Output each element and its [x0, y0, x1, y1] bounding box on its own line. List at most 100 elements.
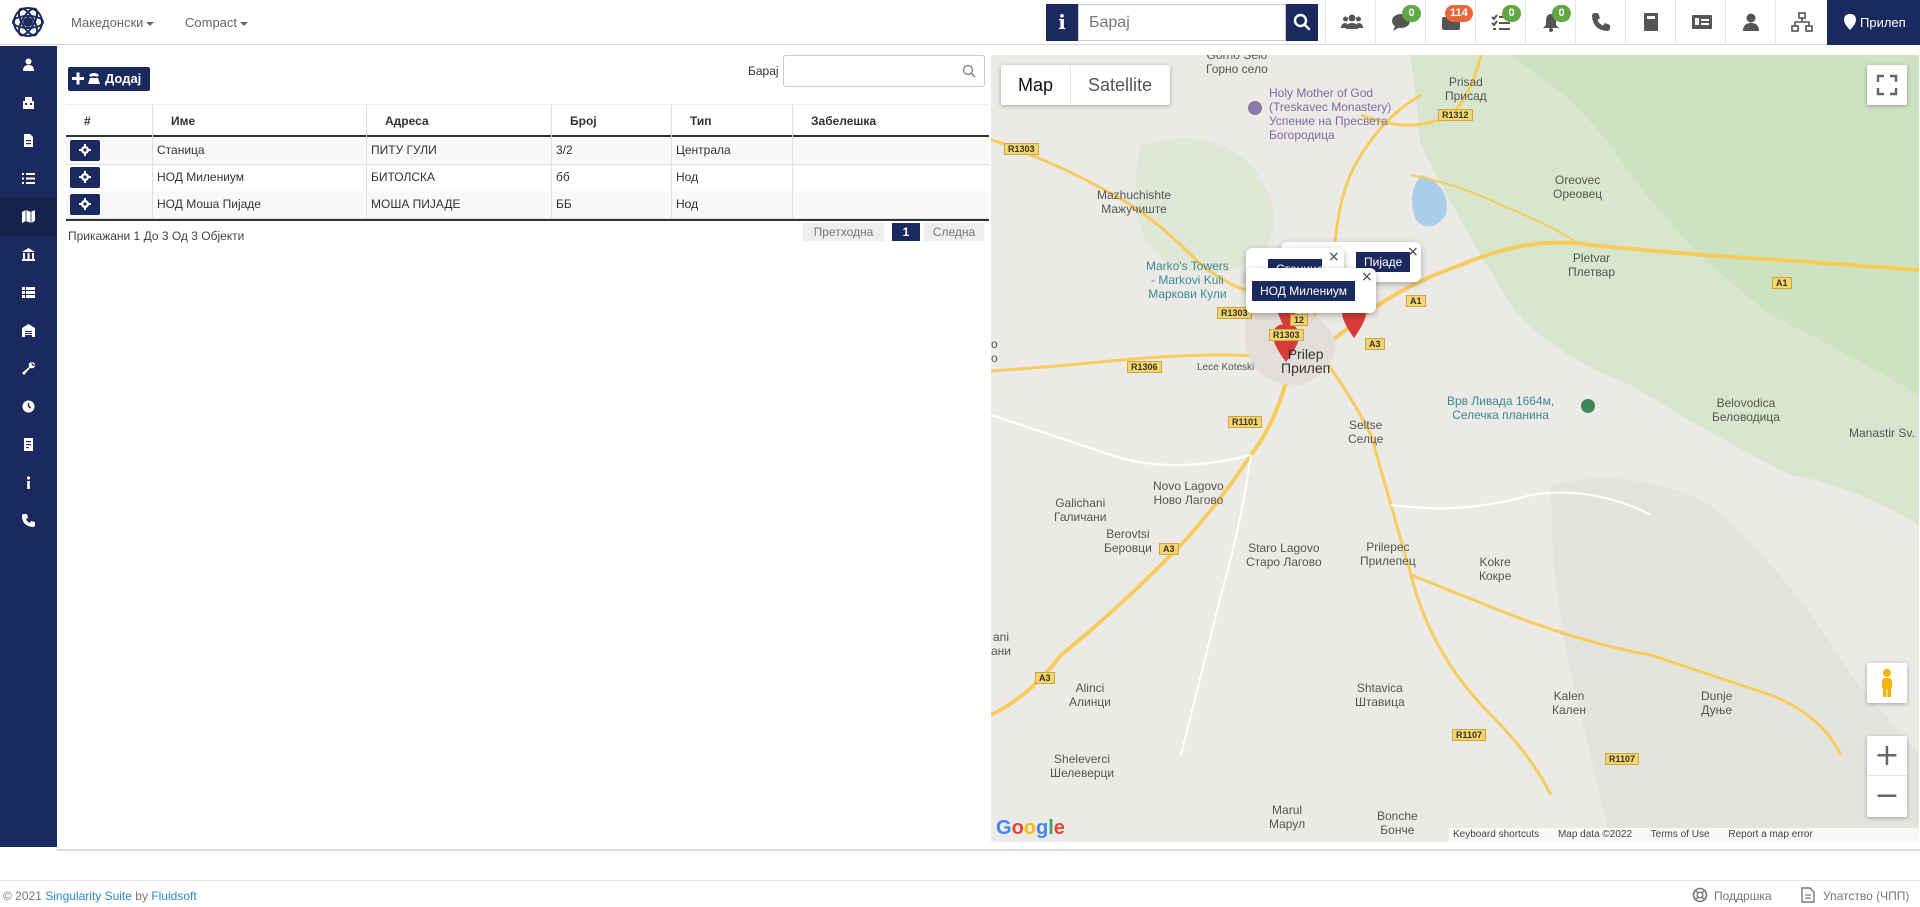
table-row: НОД Милениум БИТОЛСКА бб Нод — [66, 164, 989, 192]
map-type-map-button[interactable]: Map — [1001, 65, 1070, 105]
support-label: Поддршка — [1714, 889, 1772, 903]
view-mode-dropdown[interactable]: Compact — [185, 15, 249, 30]
wrench-icon — [22, 362, 35, 375]
road-shield: R1306 — [1127, 361, 1162, 373]
search-button[interactable] — [1286, 4, 1318, 41]
search-icon — [962, 64, 976, 78]
network-button[interactable] — [1775, 0, 1827, 45]
road-shield: A3 — [1035, 672, 1055, 684]
map-label: Berovtsi Беровци — [1104, 527, 1152, 555]
phone-icon — [22, 514, 35, 527]
filter-label: Барај — [748, 64, 779, 78]
sidebar-item-list[interactable] — [0, 274, 57, 312]
zoom-control: + − — [1867, 736, 1907, 817]
sidebar-item-reports[interactable] — [0, 426, 57, 464]
gear-icon — [79, 198, 91, 210]
column-header-type[interactable]: Тип — [671, 105, 792, 138]
sidebar-item-documents[interactable] — [0, 122, 57, 160]
close-icon[interactable]: × — [1361, 269, 1373, 285]
road-shield: 12 — [1290, 314, 1309, 326]
notifications-button[interactable]: 0 — [1525, 0, 1575, 45]
pagination-next[interactable]: Следна — [924, 223, 984, 241]
manual-link[interactable]: Упатство (ЧПП) — [1801, 887, 1909, 903]
cell-note — [792, 191, 989, 218]
sidebar — [0, 46, 57, 847]
map-type-satellite-button[interactable]: Satellite — [1070, 65, 1170, 105]
global-search-input[interactable] — [1078, 4, 1286, 41]
map-view[interactable]: Gorno Selo Горно село Holy Mother of God(… — [991, 55, 1919, 842]
cell-name: НОД Моша Пијаде — [152, 191, 366, 218]
sidebar-item-bank[interactable] — [0, 236, 57, 274]
zoom-in-button[interactable]: + — [1867, 736, 1907, 776]
close-icon[interactable]: × — [1328, 249, 1340, 265]
user-icon — [1743, 13, 1759, 31]
road-shield: A3 — [1365, 338, 1385, 350]
phone-button[interactable] — [1575, 0, 1625, 45]
billing-button[interactable] — [1675, 0, 1725, 45]
sidebar-item-history[interactable] — [0, 388, 57, 426]
cell-address: БИТОЛСКА — [366, 164, 551, 191]
cell-name: Станица — [152, 137, 366, 164]
sidebar-item-map[interactable] — [0, 198, 57, 236]
zoom-out-button[interactable]: − — [1867, 776, 1907, 816]
row-settings-button[interactable] — [70, 167, 100, 188]
terms-link[interactable]: Terms of Use — [1651, 829, 1710, 840]
row-settings-button[interactable] — [70, 140, 100, 161]
column-header-address[interactable]: Адреса — [366, 105, 551, 138]
road-shield: R1312 — [1438, 109, 1473, 121]
report-error-link[interactable]: Report a map error — [1728, 829, 1812, 840]
row-settings-button[interactable] — [70, 194, 100, 215]
inbox-button[interactable]: 114 — [1425, 0, 1475, 45]
tasks-button[interactable]: 0 — [1475, 0, 1525, 45]
language-dropdown[interactable]: Македонски — [71, 15, 155, 30]
sidebar-item-calls[interactable] — [0, 502, 57, 540]
map-label: Prilepec Прилепец — [1360, 540, 1416, 568]
invoice-icon — [1692, 15, 1712, 29]
sidebar-item-building[interactable] — [0, 84, 57, 122]
inbox-badge: 114 — [1445, 5, 1473, 22]
map-label: Holy Mother of God (Treskavec Monastery) У… — [1269, 86, 1392, 142]
column-header-number[interactable]: Број — [551, 105, 671, 138]
branch-selector[interactable]: Прилеп — [1827, 0, 1920, 45]
top-navbar: Македонски Compact i 0 114 — [0, 0, 1920, 45]
pagination-page-1[interactable]: 1 — [892, 223, 920, 241]
filter-input[interactable] — [783, 55, 985, 87]
road-shield: R1107 — [1452, 729, 1487, 741]
product-link[interactable]: Singularity Suite — [45, 889, 132, 903]
fullscreen-button[interactable] — [1867, 65, 1907, 105]
messages-badge: 0 — [1402, 5, 1421, 22]
street-view-button[interactable] — [1867, 663, 1907, 703]
copyright-year: © 2021 — [3, 889, 42, 903]
company-link[interactable]: Fluidsoft — [151, 889, 196, 903]
cell-type: Нод — [671, 164, 792, 191]
address-book-button[interactable] — [1625, 0, 1675, 45]
keyboard-shortcuts-link[interactable]: Keyboard shortcuts — [1453, 829, 1539, 840]
sidebar-item-info[interactable] — [0, 464, 57, 502]
clock-icon — [22, 400, 35, 413]
cell-type: Нод — [671, 191, 792, 218]
profile-button[interactable] — [1725, 0, 1775, 45]
info-icon[interactable]: i — [1046, 4, 1078, 41]
column-header-index[interactable]: # — [66, 105, 152, 138]
plus-phone-icon — [72, 72, 100, 85]
gear-icon — [79, 144, 91, 156]
close-icon[interactable]: × — [1407, 244, 1419, 260]
team-button[interactable] — [1325, 0, 1375, 45]
sidebar-item-warehouse[interactable] — [0, 312, 57, 350]
support-link[interactable]: Поддршка — [1692, 887, 1772, 903]
google-logo: Google — [996, 817, 1065, 839]
column-header-name[interactable]: Име — [152, 105, 366, 138]
road-shield: R1303 — [1004, 143, 1039, 155]
map-infowindow[interactable]: НОД Милениум × — [1246, 268, 1376, 313]
cell-note — [792, 164, 989, 191]
sidebar-item-tools[interactable] — [0, 350, 57, 388]
cell-number: бб — [551, 164, 671, 191]
pagination-previous[interactable]: Претходна — [803, 223, 884, 241]
messages-button[interactable]: 0 — [1375, 0, 1425, 45]
map-label: Gorno Selo Горно село — [1206, 55, 1268, 76]
sidebar-item-tasks[interactable] — [0, 160, 57, 198]
add-button[interactable]: Додај — [68, 67, 150, 91]
app-logo-icon[interactable] — [10, 4, 46, 40]
sidebar-item-users[interactable] — [0, 46, 57, 84]
column-header-note[interactable]: Забелешка — [792, 105, 989, 138]
